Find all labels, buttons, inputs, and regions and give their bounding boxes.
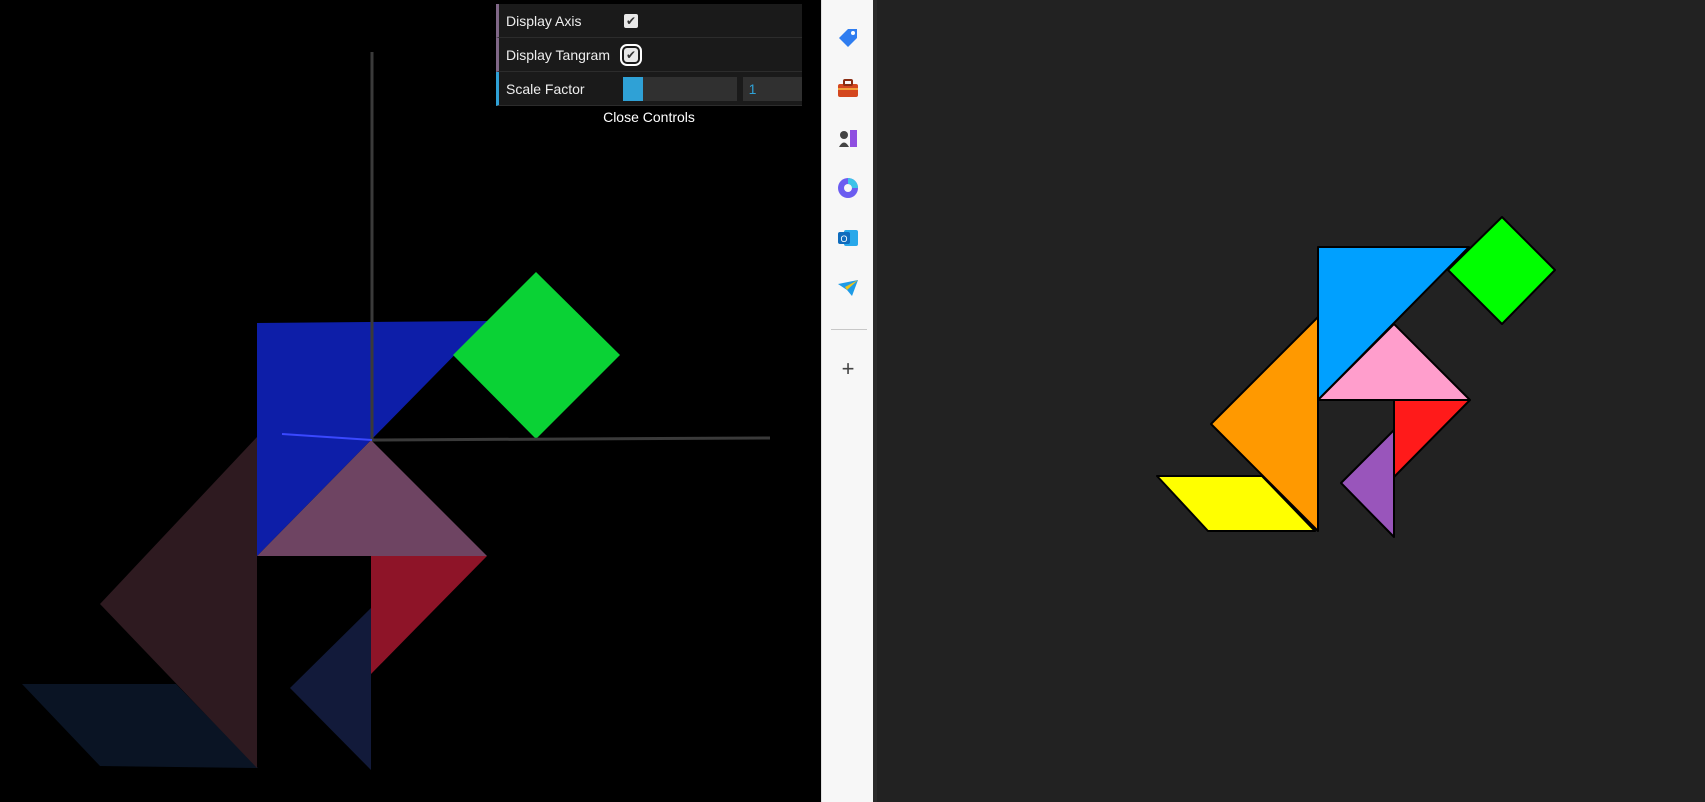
display-axis-row[interactable]: Display Axis ✔ [496,4,802,38]
display-axis-checkbox[interactable]: ✔ [624,13,638,28]
tag-icon[interactable] [835,25,861,51]
controls-panel: Display Axis ✔ Display Tangram ✔ Scale F… [496,4,802,128]
red-triangle [1393,399,1471,478]
check-icon: ✔ [625,47,637,62]
scale-factor-slider[interactable] [622,76,737,101]
display-tangram-checkbox[interactable]: ✔ [620,43,642,66]
browser-sidebar: O + [821,0,874,802]
shaded-green-square [453,272,620,439]
shaded-purple-triangle [290,608,371,770]
scale-factor-label: Scale Factor [506,80,585,97]
check-icon: ✔ [625,13,637,28]
tangram-2d-view[interactable] [877,0,1705,802]
send-icon[interactable] [835,275,861,301]
purple-triangle [1340,429,1395,538]
chess-icon[interactable] [835,125,861,151]
green-square [1447,216,1556,325]
svg-text:O: O [840,234,847,244]
shaded-red-triangle [371,556,487,674]
display-tangram-label: Display Tangram [506,46,611,63]
sidebar-divider [831,329,867,330]
toolbox-icon[interactable] [835,75,861,101]
outlook-icon[interactable]: O [835,225,861,251]
scale-factor-row: Scale Factor 1 [496,72,802,106]
add-icon[interactable]: + [835,356,861,382]
scale-factor-input[interactable]: 1 [742,76,802,101]
close-controls-button[interactable]: Close Controls [496,106,802,128]
copilot-icon[interactable] [835,175,861,201]
slider-fill [622,76,644,101]
display-axis-label: Display Axis [506,12,582,29]
display-tangram-row[interactable]: Display Tangram ✔ [496,38,802,72]
x-axis [371,436,771,442]
